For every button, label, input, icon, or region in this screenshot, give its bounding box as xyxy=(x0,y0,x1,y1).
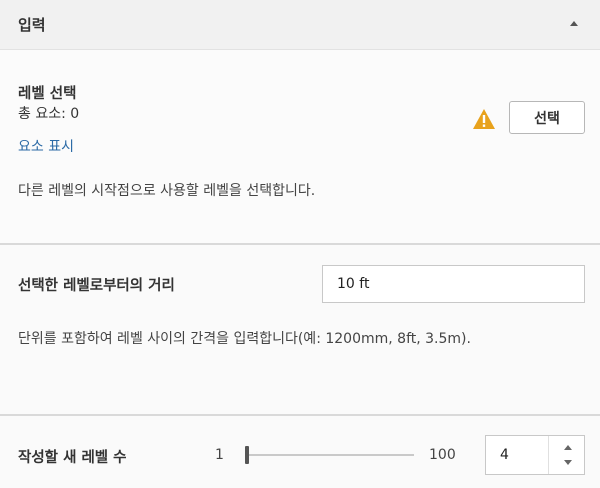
distance-input[interactable] xyxy=(322,265,585,303)
slider-min-label: 1 xyxy=(215,447,224,463)
slider-max-label: 100 xyxy=(429,447,456,463)
level-count-slider-track[interactable] xyxy=(246,454,414,456)
stepper-divider xyxy=(548,436,549,474)
panel-title: 입력 xyxy=(18,16,46,34)
warning-triangle-icon xyxy=(473,109,495,129)
stepper-value[interactable]: 4 xyxy=(500,447,509,463)
show-elements-link[interactable]: 요소 표시 xyxy=(18,136,74,156)
level-count-stepper[interactable]: 4 xyxy=(485,435,585,475)
level-selection-title: 레벨 선택 xyxy=(18,86,77,102)
level-count-label: 작성할 새 레벨 수 xyxy=(18,450,127,466)
distance-description: 단위를 포함하여 레벨 사이의 간격을 입력합니다(예: 1200mm, 8ft… xyxy=(18,331,471,347)
level-selection-section xyxy=(0,50,600,243)
total-elements-text: 총 요소: 0 xyxy=(18,106,80,122)
level-selection-description: 다른 레벨의 시작점으로 사용할 레벨을 선택합니다. xyxy=(18,183,316,199)
select-button[interactable]: 선택 xyxy=(509,101,585,134)
distance-label: 선택한 레벨로부터의 거리 xyxy=(18,278,175,294)
panel-header[interactable]: 입력 xyxy=(0,0,600,50)
increment-arrow-icon[interactable] xyxy=(564,445,572,450)
decrement-arrow-icon[interactable] xyxy=(564,460,572,465)
level-count-slider-thumb[interactable] xyxy=(245,446,249,464)
chevron-up-icon[interactable] xyxy=(570,21,578,26)
